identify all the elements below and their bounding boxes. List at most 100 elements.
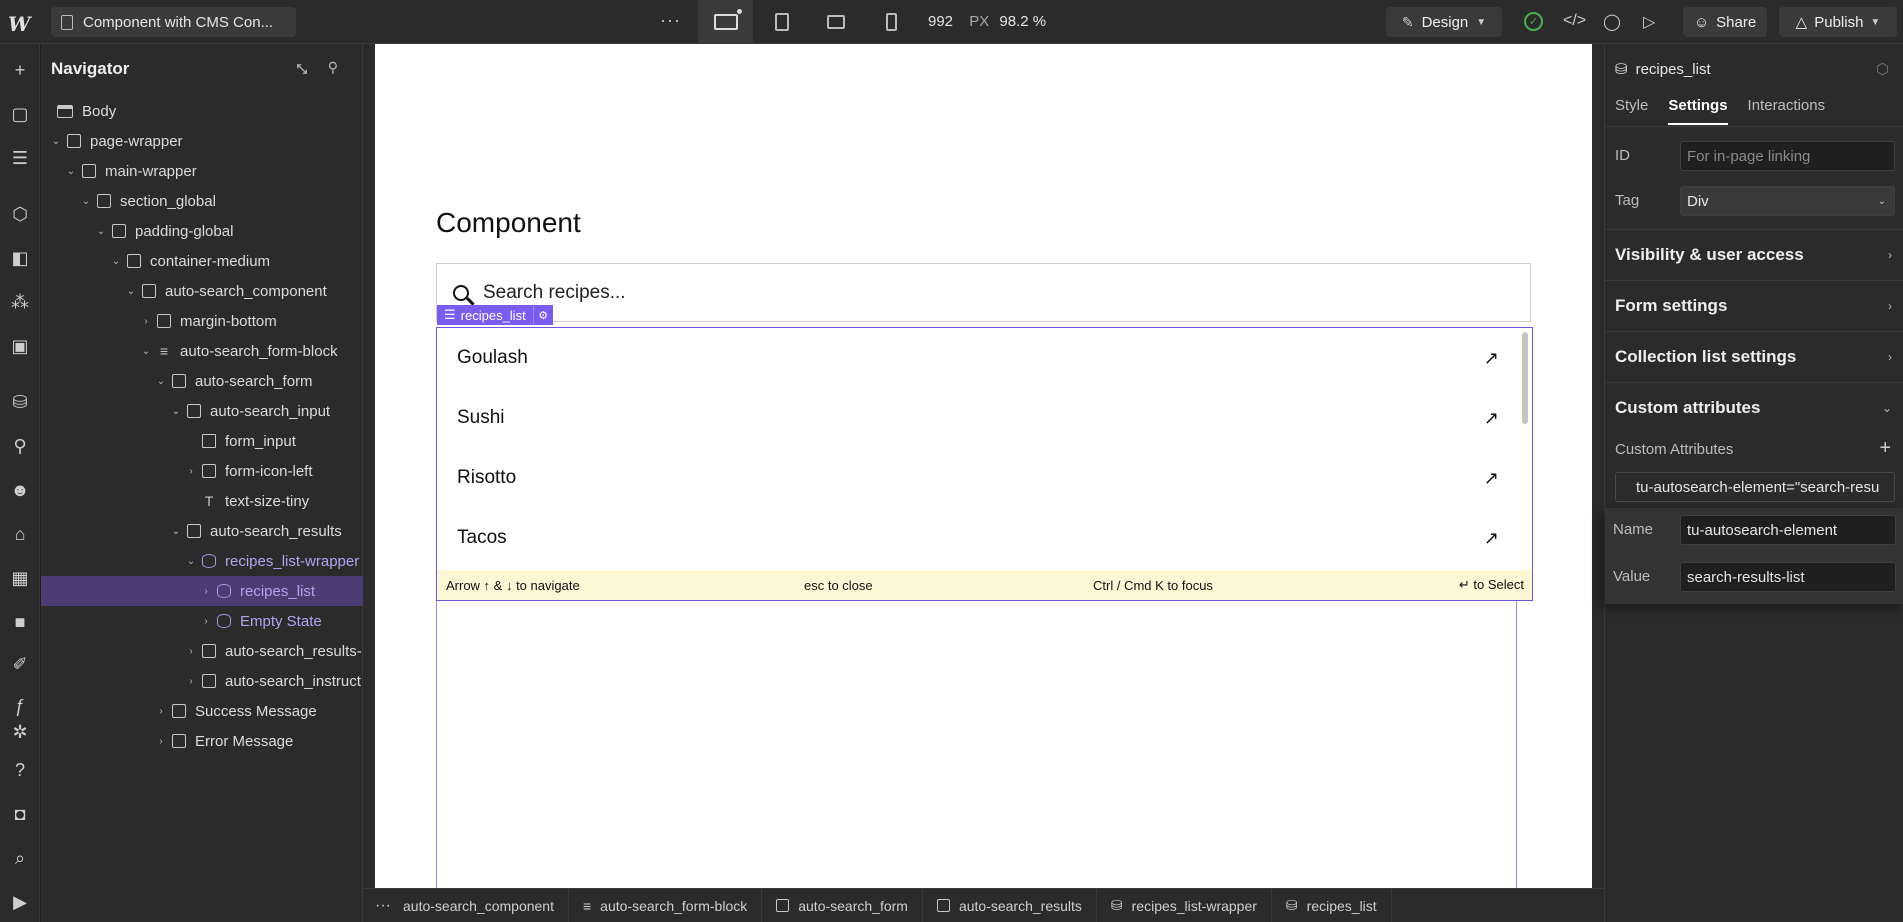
tag-select[interactable]: Div ⌄ <box>1680 186 1895 216</box>
breadcrumb-item[interactable]: ≡ auto-search_form-block <box>569 888 763 922</box>
list-item[interactable]: Sushi ↗ <box>457 388 1507 448</box>
brush-icon[interactable]: ✐ <box>8 652 32 676</box>
tree-item-auto-search-instructions[interactable]: › auto-search_instruct <box>41 666 363 696</box>
section-custom-attributes[interactable]: Custom attributes ⌄ <box>1605 382 1903 433</box>
tree-item-text-size-tiny[interactable]: T text-size-tiny <box>41 486 363 516</box>
attribute-value-field[interactable]: search-results-list <box>1680 562 1896 592</box>
tree-item-form-icon-left[interactable]: › form-icon-left <box>41 456 363 486</box>
attribute-name-field[interactable]: tu-autosearch-element <box>1680 515 1896 545</box>
tree-item-auto-search-form[interactable]: ⌄ auto-search_form <box>41 366 363 396</box>
chevron-right-icon[interactable]: › <box>199 586 213 597</box>
chevron-down-icon[interactable]: ⌄ <box>94 226 108 237</box>
section-collection-list-settings[interactable]: Collection list settings › <box>1605 331 1903 382</box>
collapse-all-icon[interactable]: ⤡ <box>297 61 307 77</box>
tree-item-success-message[interactable]: › Success Message <box>41 696 363 726</box>
chevron-down-icon[interactable]: ⌄ <box>49 136 63 147</box>
tree-item-auto-search-form-block[interactable]: ⌄ ≡ auto-search_form-block <box>41 336 363 366</box>
comment-icon[interactable]: ◯ <box>1603 12 1621 32</box>
pages-icon[interactable]: ▢ <box>8 102 32 126</box>
pin-icon[interactable]: ⚲ <box>328 59 338 76</box>
tree-item-empty-state[interactable]: › Empty State <box>41 606 363 636</box>
variables-icon[interactable]: ⁂ <box>8 290 32 314</box>
webflow-logo-icon[interactable]: W <box>8 12 34 36</box>
tree-item-section-global[interactable]: ⌄ section_global <box>41 186 363 216</box>
settings-gear-icon[interactable]: ⚙ <box>532 305 553 325</box>
attribute-item[interactable]: tu-autosearch-element="search-resu <box>1615 472 1895 502</box>
navigator-icon[interactable]: ☰ <box>8 146 32 170</box>
tab-style[interactable]: Style <box>1615 97 1648 125</box>
selected-element-tag[interactable]: ☰ recipes_list ⚙ <box>437 305 553 325</box>
results-scrollbar[interactable] <box>1522 332 1528 424</box>
help-icon[interactable]: ? <box>8 758 32 782</box>
tree-item-auto-search-component[interactable]: ⌄ auto-search_component <box>41 276 363 306</box>
tree-item-main-wrapper[interactable]: ⌄ main-wrapper <box>41 156 363 186</box>
tree-item-body[interactable]: Body <box>41 96 363 126</box>
tree-item-error-message[interactable]: › Error Message <box>41 726 363 756</box>
cms-icon[interactable]: ⛁ <box>8 390 32 414</box>
status-check-icon[interactable]: ✓ <box>1524 12 1543 31</box>
chevron-down-icon[interactable]: ⌄ <box>124 286 138 297</box>
chevron-down-icon[interactable]: ⌄ <box>79 196 93 207</box>
chevron-down-icon[interactable]: ⌄ <box>64 166 78 177</box>
chevron-right-icon[interactable]: › <box>199 616 213 627</box>
search-icon[interactable]: ⌕ <box>8 846 32 870</box>
tablet-breakpoint-button[interactable] <box>754 0 809 44</box>
tree-item-form-input[interactable]: form_input <box>41 426 363 456</box>
chevron-down-icon[interactable]: ⌄ <box>154 376 168 387</box>
id-field[interactable]: For in-page linking <box>1680 141 1895 171</box>
tree-item-auto-search-results[interactable]: ⌄ auto-search_results <box>41 516 363 546</box>
chevron-down-icon[interactable]: ⌄ <box>139 346 153 357</box>
chevron-right-icon[interactable]: › <box>154 706 168 717</box>
portrait-breakpoint-button[interactable] <box>864 0 919 44</box>
tree-item-auto-search-results-footer[interactable]: › auto-search_results- <box>41 636 363 666</box>
chevron-right-icon[interactable]: › <box>139 316 153 327</box>
component-icon[interactable]: ⬡ <box>1876 60 1889 78</box>
tree-item-recipes-list[interactable]: › recipes_list <box>41 576 363 606</box>
video-icon[interactable]: ▶ <box>8 890 32 914</box>
breadcrumb-item[interactable]: auto-search_form <box>762 888 923 922</box>
page-selector[interactable]: Component with CMS Con... <box>51 7 296 37</box>
desktop-breakpoint-button[interactable] <box>698 0 753 44</box>
chevron-right-icon[interactable]: › <box>184 676 198 687</box>
breadcrumb-item[interactable]: ⛁ recipes_list <box>1272 888 1392 922</box>
chevron-right-icon[interactable]: › <box>184 646 198 657</box>
breadcrumb-item[interactable]: auto-search_component <box>403 888 569 922</box>
list-item[interactable]: Risotto ↗ <box>457 448 1507 508</box>
logic-icon[interactable]: ⚲ <box>8 434 32 458</box>
components-icon[interactable]: ⬡ <box>8 202 32 226</box>
tree-item-recipes-list-wrapper[interactable]: ⌄ recipes_list-wrapper <box>41 546 363 576</box>
share-button[interactable]: ☺ Share <box>1683 7 1767 37</box>
finsweet-icon[interactable]: ƒ <box>8 694 32 718</box>
chevron-down-icon[interactable]: ⌄ <box>109 256 123 267</box>
tree-item-page-wrapper[interactable]: ⌄ page-wrapper <box>41 126 363 156</box>
more-options-icon[interactable]: ··· <box>660 10 681 31</box>
app-square-icon[interactable]: ■ <box>8 610 32 634</box>
assets-icon[interactable]: ▣ <box>8 334 32 358</box>
breadcrumb-item[interactable]: auto-search_results <box>923 888 1097 922</box>
tree-item-container-medium[interactable]: ⌄ container-medium <box>41 246 363 276</box>
chevron-right-icon[interactable]: › <box>184 466 198 477</box>
breadcrumb-more-icon[interactable]: ··· <box>363 897 403 915</box>
section-visibility[interactable]: Visibility & user access › <box>1605 229 1903 280</box>
search-input[interactable]: Search recipes... <box>436 263 1531 322</box>
list-item[interactable]: Goulash ↗ <box>457 328 1507 388</box>
add-element-icon[interactable]: + <box>8 58 32 82</box>
tree-item-auto-search-input[interactable]: ⌄ auto-search_input <box>41 396 363 426</box>
ecommerce-icon[interactable]: ⌂ <box>8 522 32 546</box>
preview-play-icon[interactable]: ▷ <box>1643 12 1655 32</box>
chevron-down-icon[interactable]: ⌄ <box>169 526 183 537</box>
tree-item-margin-bottom[interactable]: › margin-bottom <box>41 306 363 336</box>
section-form-settings[interactable]: Form settings › <box>1605 280 1903 331</box>
tab-settings[interactable]: Settings <box>1668 97 1728 125</box>
design-mode-button[interactable]: ✎ Design ▼ <box>1386 7 1502 37</box>
record-icon[interactable]: ◘ <box>8 802 32 826</box>
chevron-right-icon[interactable]: › <box>154 736 168 747</box>
chevron-down-icon[interactable]: ⌄ <box>169 406 183 417</box>
landscape-breakpoint-button[interactable] <box>808 0 863 44</box>
publish-button[interactable]: △ Publish ▼ <box>1779 7 1897 37</box>
breadcrumb-item[interactable]: ⛁ recipes_list-wrapper <box>1097 888 1272 922</box>
style-selectors-icon[interactable]: ◧ <box>8 246 32 270</box>
apps-icon[interactable]: ▦ <box>8 566 32 590</box>
list-item[interactable]: Tacos ↗ <box>457 508 1507 568</box>
canvas-dimensions[interactable]: 992 PX 98.2 % <box>928 13 1046 30</box>
